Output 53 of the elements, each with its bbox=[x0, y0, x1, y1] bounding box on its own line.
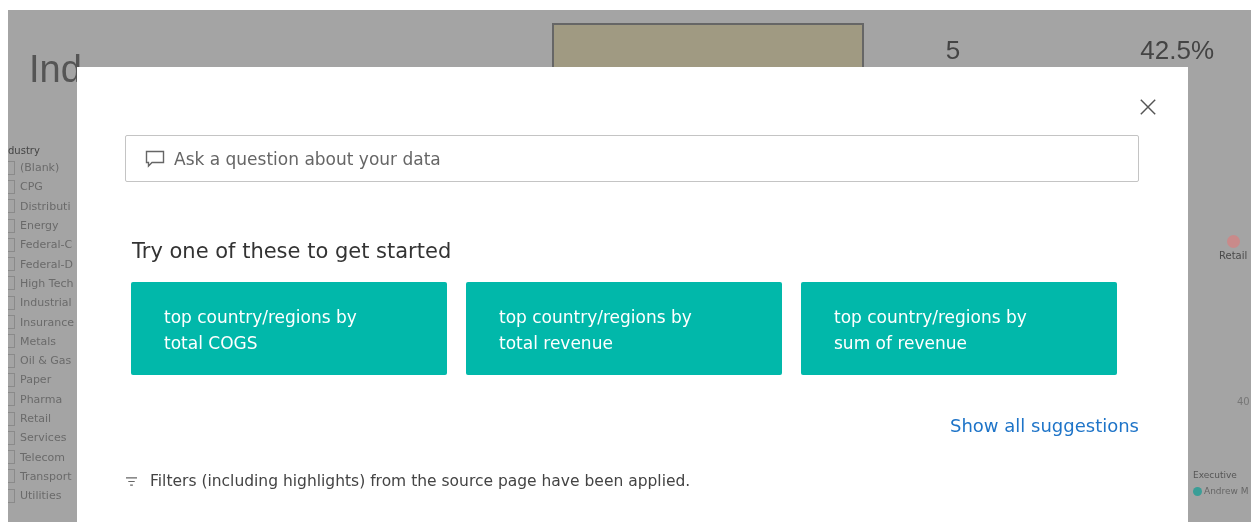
slicer-item[interactable]: Retail bbox=[20, 412, 52, 425]
checkbox[interactable] bbox=[8, 237, 15, 252]
speech-bubble-icon bbox=[145, 150, 165, 168]
slicer-item[interactable]: Energy bbox=[20, 219, 59, 233]
suggestion-button[interactable]: top country/regions by sum of revenue bbox=[801, 282, 1117, 375]
slicer-item[interactable]: Metals bbox=[20, 334, 57, 348]
slicer-item[interactable]: Utilities bbox=[20, 489, 62, 503]
suggestions-heading: Try one of these to get started bbox=[132, 239, 453, 263]
checkbox[interactable] bbox=[8, 430, 15, 445]
checkbox[interactable] bbox=[8, 295, 15, 310]
legend-label: Andrew M bbox=[1204, 486, 1249, 496]
checkbox[interactable] bbox=[8, 160, 15, 175]
checkbox[interactable] bbox=[8, 334, 15, 349]
checkbox[interactable] bbox=[8, 469, 15, 484]
slicer-item[interactable]: Federal-D bbox=[20, 257, 73, 271]
checkbox[interactable] bbox=[8, 179, 15, 194]
question-field[interactable]: Ask a question about your data bbox=[125, 135, 1139, 182]
checkbox[interactable] bbox=[8, 353, 15, 368]
slicer-item[interactable]: Industrial bbox=[20, 296, 72, 310]
slicer-item[interactable]: Telecom bbox=[20, 450, 65, 464]
slicer-item[interactable]: Insurance bbox=[20, 315, 74, 329]
slicer-item[interactable]: Oil & Gas bbox=[20, 354, 72, 368]
checkbox[interactable] bbox=[8, 315, 15, 329]
suggestion-button[interactable]: top country/regions by total revenue bbox=[466, 282, 782, 375]
checkbox[interactable] bbox=[8, 450, 15, 465]
checkbox[interactable] bbox=[8, 276, 15, 291]
checkbox[interactable] bbox=[8, 199, 15, 214]
card-value: 42.5% bbox=[1140, 35, 1215, 66]
chart-point bbox=[1227, 235, 1240, 248]
slicer-item[interactable]: High Tech bbox=[20, 276, 74, 290]
slicer-header: dustry bbox=[8, 145, 41, 156]
legend-title: Executive bbox=[1193, 470, 1237, 480]
checkbox[interactable] bbox=[8, 372, 15, 387]
card-value: 5 bbox=[945, 35, 961, 66]
checkbox[interactable] bbox=[8, 392, 15, 407]
slicer-item[interactable]: Federal-C bbox=[20, 238, 73, 252]
checkbox[interactable] bbox=[8, 411, 15, 426]
suggestion-button[interactable]: top country/regions by total COGS bbox=[131, 282, 447, 375]
filter-note: Filters (including highlights) from the source page have been applied. bbox=[150, 472, 691, 490]
checkbox[interactable] bbox=[8, 218, 15, 233]
slicer-item[interactable]: Transport bbox=[20, 469, 72, 483]
point-label: Retail bbox=[1219, 250, 1248, 261]
checkbox[interactable] bbox=[8, 257, 15, 272]
slicer-item[interactable]: CPG bbox=[20, 180, 43, 194]
show-all-link[interactable]: Show all suggestions bbox=[950, 415, 1139, 436]
slicer-item[interactable]: Distributi bbox=[20, 199, 71, 213]
slicer-item[interactable]: (Blank) bbox=[20, 161, 60, 175]
filter-icon bbox=[125, 475, 138, 487]
close-icon[interactable] bbox=[1139, 98, 1157, 116]
slicer-item[interactable]: Paper bbox=[20, 373, 52, 387]
slicer-item[interactable]: Services bbox=[20, 431, 67, 445]
slicer-item[interactable]: Pharma bbox=[20, 392, 63, 406]
checkbox[interactable] bbox=[8, 488, 15, 503]
